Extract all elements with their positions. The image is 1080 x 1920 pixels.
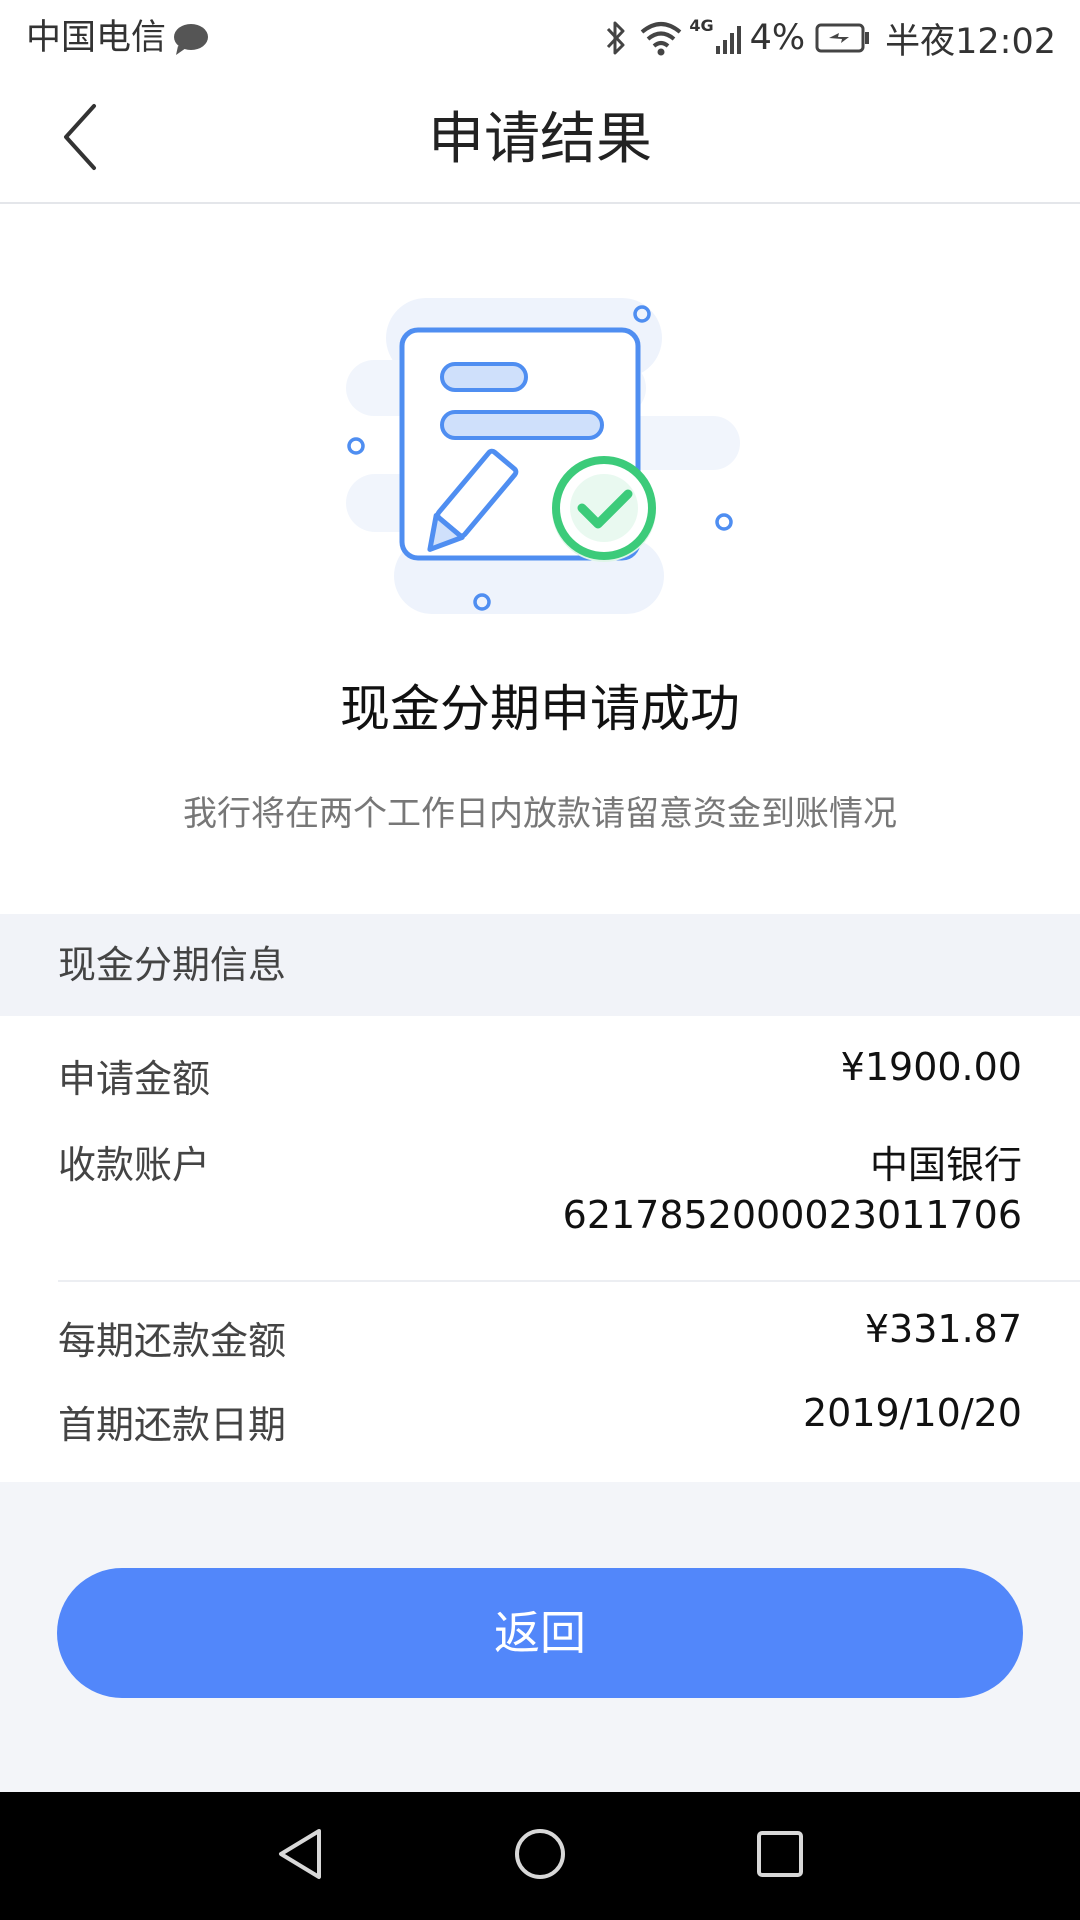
result-title: 现金分期申请成功 <box>340 680 740 738</box>
wifi-icon <box>639 18 683 58</box>
system-navigation-bar <box>0 1792 1080 1920</box>
status-indicators: 4G 4% 半夜12:02 <box>603 14 1056 62</box>
receiving-account-number: 6217852000023011706 <box>562 1193 1022 1237</box>
installment-amount-value: ¥331.87 <box>864 1307 1022 1351</box>
installment-info-card: 申请金额 ¥1900.00 收款账户 中国银行 6217852000023011… <box>0 1016 1080 1482</box>
result-subtitle: 我行将在两个工作日内放款请留意资金到账情况 <box>183 794 897 834</box>
first-repayment-date-value: 2019/10/20 <box>802 1391 1022 1435</box>
clock-time: 半夜12:02 <box>885 21 1056 62</box>
info-section-title: 现金分期信息 <box>58 943 287 987</box>
carrier-name: 中国电信 <box>26 18 167 58</box>
carrier-info: 中国电信 <box>26 14 210 62</box>
nav-home-button[interactable] <box>500 1816 580 1896</box>
battery-charging-icon <box>815 21 871 55</box>
application-success-illustration <box>330 298 750 648</box>
receiving-account-label: 收款账户 <box>58 1143 211 1187</box>
info-section-header: 现金分期信息 <box>0 914 1080 1016</box>
triangle-back-icon <box>275 1827 325 1885</box>
return-button[interactable]: 返回 <box>57 1568 1023 1698</box>
apply-amount-label: 申请金额 <box>58 1057 211 1101</box>
nav-back-button[interactable] <box>260 1816 340 1896</box>
circle-home-icon <box>513 1827 567 1885</box>
page-title: 申请结果 <box>428 107 652 172</box>
battery-percent: 4% <box>749 18 806 58</box>
square-recents-icon <box>755 1829 805 1883</box>
receiving-bank-value: 中国银行 <box>869 1143 1022 1187</box>
bluetooth-icon <box>603 18 629 58</box>
result-panel: 现金分期申请成功 我行将在两个工作日内放款请留意资金到账情况 <box>0 204 1080 914</box>
network-type-label: 4G <box>689 16 714 35</box>
chat-bubble-icon <box>172 21 210 55</box>
nav-recents-button[interactable] <box>740 1816 820 1896</box>
app-header: 申请结果 <box>0 76 1080 204</box>
info-divider <box>58 1280 1080 1282</box>
installment-amount-label: 每期还款金额 <box>58 1319 287 1363</box>
status-bar: 中国电信 4G 4% 半夜12:02 <box>0 0 1080 76</box>
apply-amount-value: ¥1900.00 <box>840 1045 1022 1089</box>
signal-icon <box>714 18 746 58</box>
first-repayment-date-label: 首期还款日期 <box>58 1403 287 1447</box>
